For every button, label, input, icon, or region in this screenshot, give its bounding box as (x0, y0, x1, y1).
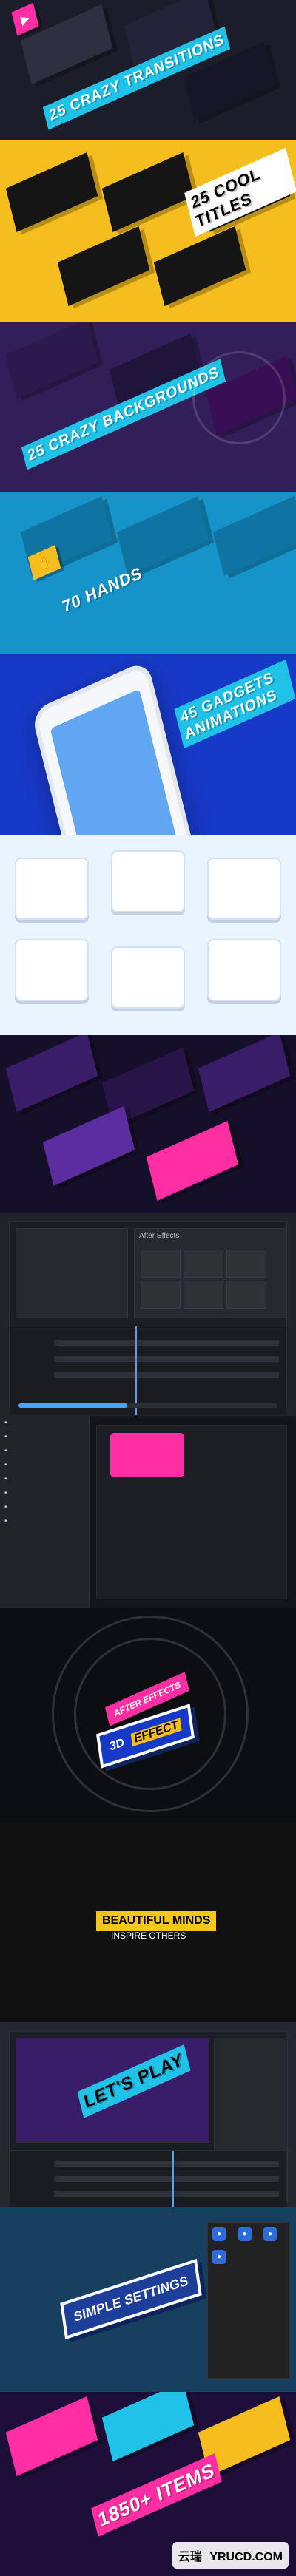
preset-tile-5 (146, 1121, 239, 1201)
tile-8 (153, 226, 246, 306)
preset-grid (96, 1425, 287, 1599)
letsplay-timeline[interactable] (10, 2150, 286, 2207)
menu-item-6[interactable]: • (0, 1486, 89, 1500)
inspire-subtitle: INSPIRE OTHERS (111, 1931, 186, 1941)
thumb-6[interactable] (226, 1281, 266, 1309)
section-titles: 25 COOL TITLES (0, 140, 296, 322)
promo-6 (207, 939, 281, 1001)
chip-1[interactable]: ● (212, 2227, 226, 2241)
promo-4 (15, 939, 89, 1001)
section-gadgets: 45 GADGETS ANIMATIONS (0, 654, 296, 835)
thumb-2[interactable] (184, 1250, 223, 1278)
phone-screen (50, 688, 179, 835)
tile-7 (57, 226, 150, 306)
section-hands: 70 HANDS ✋ (0, 492, 296, 654)
promo-1 (15, 858, 89, 920)
ring-decor (192, 351, 286, 444)
render-progress (18, 1403, 278, 1408)
letsplay-title: LET'S PLAY (77, 2044, 191, 2118)
section-items: 1850+ ITEMS 云瑞 YRUCD.COM (0, 2392, 296, 2576)
thumb-4[interactable] (141, 1281, 181, 1309)
ae-letsplay: LET'S PLAY (9, 2031, 288, 2207)
thumb-3[interactable] (226, 1250, 266, 1278)
fx-3d-label: 3D (109, 1736, 126, 1754)
ae-viewer (16, 1228, 128, 1318)
ae-window: After Effects (9, 1221, 287, 1415)
section-transitions: 25 CRAZY TRANSITIONS ▶ (0, 0, 296, 140)
menu-item-4[interactable]: • (0, 1458, 89, 1472)
section-presets (0, 1035, 296, 1213)
section-ae-1: After Effects (0, 1213, 296, 1416)
phone-mockup (30, 660, 201, 835)
section-beautiful: BEAUTIFUL MINDS INSPIRE OTHERS (0, 1823, 296, 2022)
letsplay-viewer: LET'S PLAY (16, 2038, 209, 2143)
titles-title: 25 COOL TITLES (184, 147, 296, 237)
preset-menu[interactable]: • • • • • • • • (0, 1416, 90, 1608)
menu-item-2[interactable]: • (0, 1430, 89, 1444)
menu-item-8[interactable]: • (0, 1514, 89, 1528)
chip-3[interactable]: ● (263, 2227, 278, 2241)
promo-2 (111, 850, 185, 912)
chip-2[interactable]: ● (238, 2227, 252, 2241)
render-progress-fill (18, 1403, 127, 1408)
watermark-cn: 云瑞 (178, 2551, 202, 2563)
items-tile-1 (5, 2396, 98, 2476)
simple-settings: SIMPLE SETTINGS (60, 2258, 202, 2340)
tile-5 (101, 152, 195, 232)
preset-tile-4 (42, 1106, 135, 1186)
preset-tile-3 (198, 1035, 291, 1112)
lp-track-2[interactable] (54, 2176, 279, 2182)
items-tile-2 (101, 2392, 195, 2461)
lp-playhead[interactable] (172, 2151, 174, 2207)
thumb-1[interactable] (141, 1250, 181, 1278)
track-2[interactable] (54, 1356, 279, 1362)
promo-5 (111, 946, 185, 1009)
ae-panel-title: After Effects (139, 1232, 180, 1240)
playhead[interactable] (135, 1326, 137, 1415)
fx-effect-label: EFFECT (130, 1718, 182, 1747)
track-1[interactable] (54, 1340, 279, 1346)
ae-timeline[interactable] (10, 1326, 286, 1415)
tile-4 (5, 152, 98, 232)
hands-tile-3 (212, 496, 296, 576)
settings-panel: ● ● ● ● (207, 2222, 290, 2379)
preset-tile-1 (5, 1035, 98, 1112)
gadgets-title: 45 GADGETS ANIMATIONS (174, 659, 296, 749)
section-backgrounds: 25 CRAZY BACKGROUNDS (0, 322, 296, 492)
menu-item-7[interactable]: • (0, 1500, 89, 1514)
section-3d: AFTER EFFECTS 3D EFFECT (0, 1608, 296, 1823)
menu-item-1[interactable]: • (0, 1416, 89, 1430)
items-title: 1850+ ITEMS (91, 2453, 222, 2537)
ring-2 (74, 1638, 226, 1790)
hands-title: 70 HANDS (60, 563, 144, 617)
bg-tile-1 (5, 322, 98, 399)
menu-item-3[interactable]: • (0, 1444, 89, 1458)
chip-4[interactable]: ● (212, 2250, 226, 2264)
preset-thumb-6[interactable] (110, 1433, 184, 1477)
beautiful-title: BEAUTIFUL MINDS (96, 1911, 217, 1931)
play-icon: ▶ (11, 2, 39, 36)
lp-track-1[interactable] (54, 2161, 279, 2167)
section-letsplay: LET'S PLAY (0, 2022, 296, 2207)
menu-item-5[interactable]: • (0, 1472, 89, 1486)
section-ae-2: • • • • • • • • (0, 1416, 296, 1608)
watermark: 云瑞 YRUCD.COM (172, 2542, 289, 2569)
promo-3 (207, 858, 281, 920)
thumb-5[interactable] (184, 1281, 223, 1309)
lp-track-3[interactable] (54, 2191, 279, 2197)
section-settings: SIMPLE SETTINGS ● ● ● ● (0, 2207, 296, 2392)
ae-effects: After Effects (134, 1228, 287, 1318)
section-promos (0, 835, 296, 1035)
hands-tile-2 (116, 496, 209, 576)
watermark-en: YRUCD.COM (209, 2551, 283, 2563)
track-3[interactable] (54, 1372, 279, 1378)
